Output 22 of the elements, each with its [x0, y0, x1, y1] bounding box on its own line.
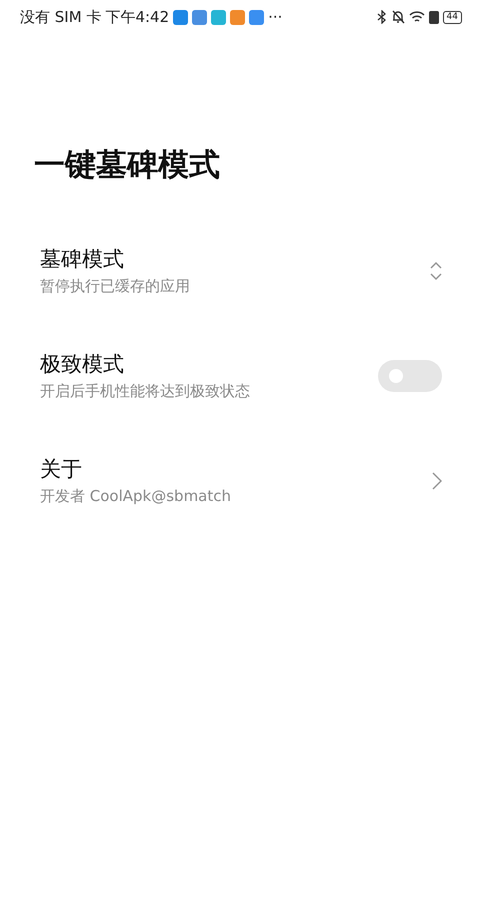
notification-icon [211, 10, 226, 24]
setting-title[interactable]: 墓碑模式 [40, 245, 430, 273]
wifi-icon [408, 10, 425, 24]
notification-icon [173, 10, 188, 24]
notification-icon [192, 10, 208, 24]
carrier-text: 没有 SIM 卡 [20, 8, 102, 26]
setting-description: 暂停执行已缓存的应用 [40, 277, 191, 296]
mute-bell-icon [390, 10, 405, 24]
bluetooth-icon [376, 10, 387, 24]
notification-icon [230, 10, 246, 24]
setting-description: 开发者 CoolApk@sbmatch [40, 487, 232, 506]
battery-indicator: 44 [442, 10, 462, 24]
up-down-arrow-icon [430, 260, 442, 280]
chevron-right-icon [432, 472, 442, 490]
setting-title[interactable]: 极致模式 [40, 350, 378, 378]
toggle-switch[interactable] [378, 360, 442, 392]
more-notifications: ··· [268, 8, 282, 26]
notification-icon [249, 10, 264, 24]
setting-description: 开启后手机性能将达到极致状态 [40, 382, 251, 401]
page-title: 一键墓碑模式 [34, 146, 221, 185]
clock: 下午4:42 [105, 8, 170, 26]
setting-title[interactable]: 关于 [40, 455, 432, 483]
